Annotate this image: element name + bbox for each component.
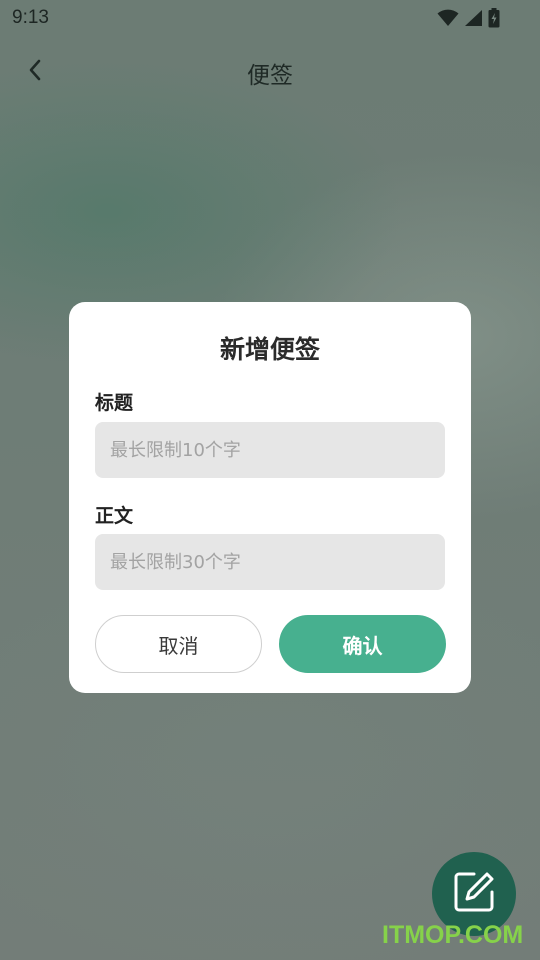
battery-charging-icon bbox=[488, 8, 500, 28]
title-input[interactable] bbox=[95, 422, 445, 478]
cell-signal-icon bbox=[464, 9, 483, 27]
add-note-dialog: 新增便签 标题 正文 取消 确认 bbox=[69, 302, 471, 693]
page-title: 便签 bbox=[247, 63, 293, 89]
wifi-icon bbox=[437, 9, 459, 27]
watermark: ITMOP.COM bbox=[382, 921, 524, 949]
title-field-label: 标题 bbox=[95, 392, 134, 414]
screen: 9:13 便签 新增便签 标题 最长限制10个字 正文 最长限制30个字 取消 … bbox=[0, 0, 540, 960]
body-field-label: 正文 bbox=[95, 505, 134, 527]
cancel-button[interactable]: 取消 bbox=[95, 615, 262, 673]
confirm-button[interactable]: 确认 bbox=[279, 615, 446, 673]
dialog-title: 新增便签 bbox=[219, 335, 320, 364]
status-time: 9:13 bbox=[12, 7, 49, 28]
app-bar: 便签 bbox=[0, 44, 540, 100]
status-bar: 9:13 bbox=[0, 0, 540, 36]
edit-icon bbox=[450, 868, 498, 920]
body-input[interactable] bbox=[95, 534, 445, 590]
status-icons bbox=[437, 7, 500, 29]
